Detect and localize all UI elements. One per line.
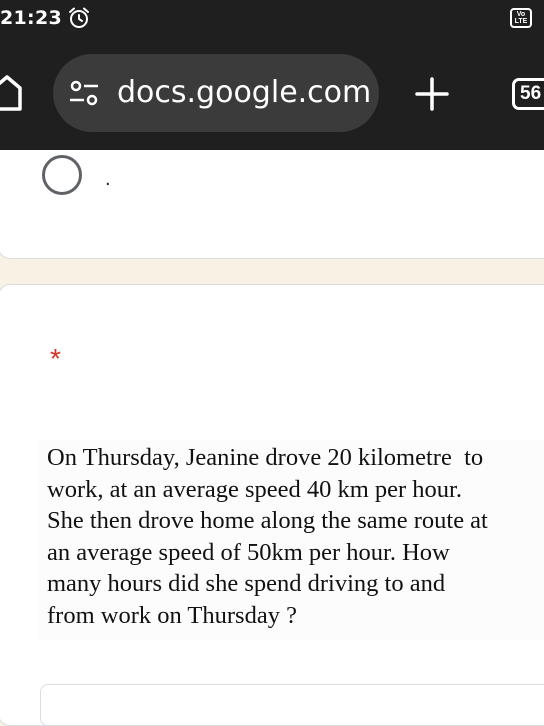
- home-icon[interactable]: [0, 72, 24, 112]
- question-line: She then drove home along the same route…: [47, 507, 488, 534]
- address-bar[interactable]: docs.google.com: [53, 54, 379, 132]
- question-line: work, at an average speed 40 km per hour…: [47, 475, 462, 503]
- browser-toolbar: docs.google.com 56: [0, 36, 544, 150]
- alarm-icon: [69, 7, 89, 28]
- question-line: On Thursday, Jeanine drove 20 kilometre …: [47, 444, 484, 471]
- radio-button[interactable]: [42, 155, 82, 195]
- question-text: On Thursday, Jeanine drove 20 kilometre …: [38, 440, 544, 631]
- plus-icon[interactable]: [414, 76, 450, 112]
- question-line: an average speed of 50km per hour. How: [47, 538, 450, 566]
- volte-badge-icon: Vo LTE: [510, 8, 532, 28]
- option-label: .: [105, 168, 111, 190]
- answer-field-card[interactable]: [40, 684, 544, 726]
- status-time: 21:23: [0, 7, 62, 29]
- status-bar: 21:23 Vo LTE: [0, 0, 544, 36]
- question-image: On Thursday, Jeanine drove 20 kilometre …: [38, 440, 544, 640]
- tune-icon[interactable]: [69, 80, 99, 106]
- url-text[interactable]: docs.google.com: [117, 75, 371, 110]
- required-asterisk: *: [50, 343, 61, 374]
- question-line: many hours did she spend driving to and: [47, 570, 446, 597]
- question-line: from work on Thursday ?: [47, 601, 297, 629]
- tab-switcher-button[interactable]: 56: [512, 78, 544, 110]
- option-card: [0, 150, 544, 259]
